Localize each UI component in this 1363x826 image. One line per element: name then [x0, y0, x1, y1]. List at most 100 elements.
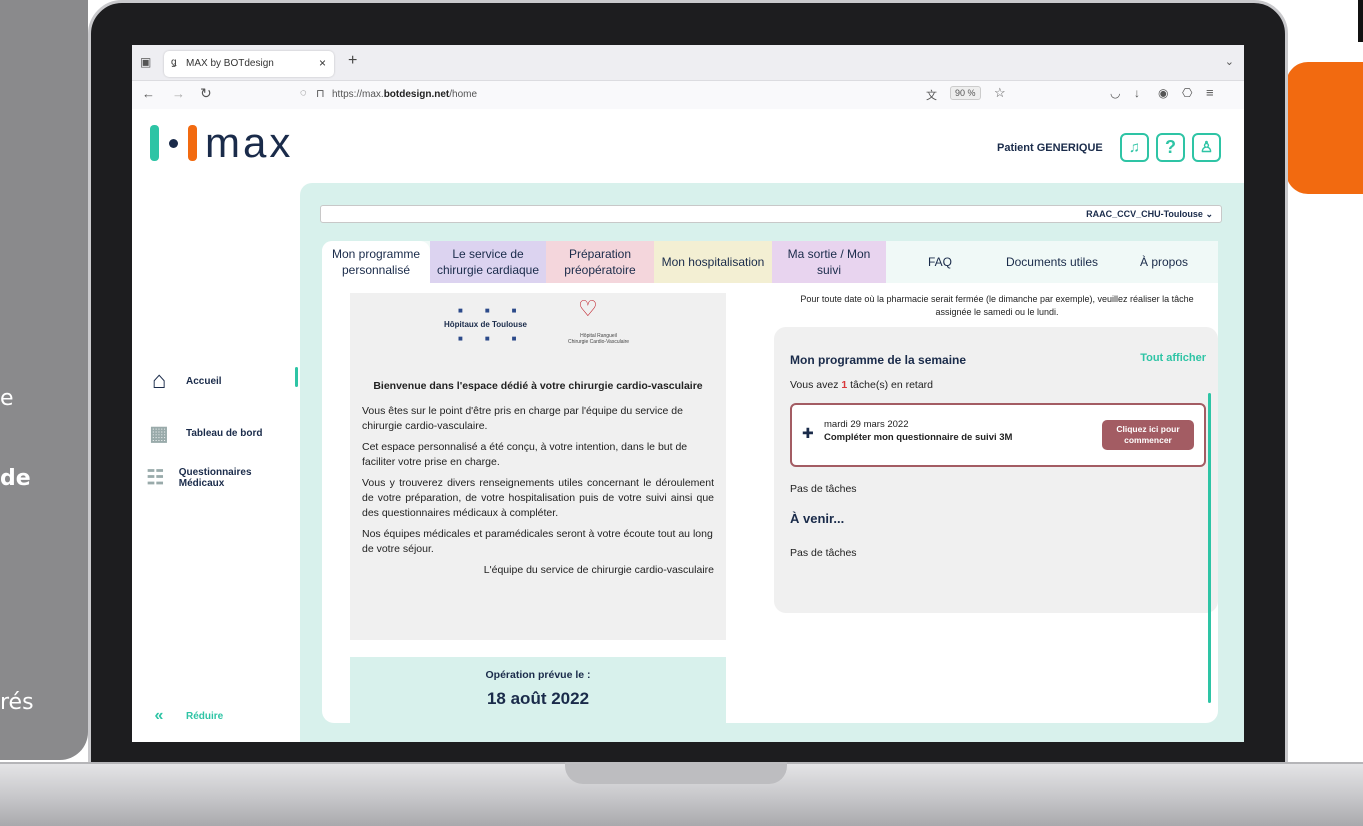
tab-hospitalisation[interactable]: Mon hospitalisation — [654, 241, 772, 283]
start-task-button[interactable]: Cliquez ici pour commencer — [1102, 420, 1194, 450]
no-tasks-text: Pas de tâches — [790, 547, 857, 559]
heart-logo-icon: ♡ — [578, 296, 598, 321]
menu-icon[interactable]: ≡ — [1206, 85, 1214, 100]
double-chevron-left-icon: « — [154, 707, 164, 724]
url-prefix: https://max. — [332, 89, 384, 100]
late-tasks-text: Vous avez 1 tâche(s) en retard — [790, 379, 933, 391]
reload-icon[interactable]: ↻ — [200, 85, 212, 102]
left-slide-panel: e de rés — [0, 0, 88, 760]
max-logo[interactable]: max — [150, 119, 294, 166]
late-prefix: Vous avez — [790, 379, 842, 391]
program-tabs: Mon programme personnalisé Le service de… — [322, 241, 1218, 283]
tab-sortie-suivi[interactable]: Ma sortie / Mon suivi — [772, 241, 886, 283]
operation-label: Opération prévue le : — [485, 669, 591, 681]
welcome-card: Hôpitaux de Toulouse ■■■ ■■■ ♡ Hôpital R… — [350, 293, 726, 640]
translate-icon[interactable]: 文 — [926, 87, 937, 103]
dashboard-icon: ▦ — [149, 423, 169, 445]
operation-date: 18 août 2022 — [486, 689, 590, 708]
downloads-icon[interactable]: ↓ — [1134, 86, 1140, 100]
logo-dot — [169, 138, 178, 148]
show-all-link[interactable]: Tout afficher — [1140, 352, 1206, 364]
forward-icon[interactable]: → — [172, 86, 185, 101]
close-tab-icon[interactable]: × — [319, 56, 326, 70]
sidebar-item-label: Tableau de bord — [186, 428, 263, 439]
collapse-label: Réduire — [186, 710, 224, 722]
zoom-badge[interactable]: 90 % — [950, 86, 981, 100]
sidebar-item-accueil[interactable]: ⌂ Accueil — [146, 367, 222, 395]
shield-icon[interactable]: ◌ — [300, 87, 307, 99]
left-panel-line: rés — [0, 690, 34, 715]
list-all-tabs-icon[interactable]: ⌄ — [1225, 55, 1234, 68]
tab-faq[interactable]: FAQ — [886, 241, 994, 283]
favicon-icon: ǥ — [171, 57, 177, 68]
url-domain: botdesign.net — [383, 89, 450, 100]
sidebar-item-tableau-de-bord[interactable]: ▦ Tableau de bord — [146, 421, 263, 446]
late-suffix: tâche(s) en retard — [847, 379, 934, 391]
url-bar: ← → ↻ ◌ ⊓ https://max.botdesign.net/home… — [132, 81, 1244, 109]
pharmacy-note: Pour toute date où la pharmacie serait f… — [800, 294, 1194, 317]
welcome-signature: L'équipe du service de chirurgie cardio-… — [483, 564, 714, 576]
browser-tab-title: MAX by BOTdesign — [186, 58, 274, 69]
task-date: mardi 29 mars 2022 — [824, 419, 909, 430]
welcome-title: Bienvenue dans l'espace dédié à votre ch… — [373, 380, 703, 392]
left-panel-line: de — [0, 466, 31, 491]
lock-icon[interactable]: ⊓ — [316, 87, 325, 100]
rangueil-logo-line2: Chirurgie Cardio-Vasculaire — [568, 339, 630, 345]
laptop-notch — [565, 762, 787, 784]
welcome-paragraph: Nos équipes médicales et paramédicales s… — [362, 528, 713, 555]
back-icon[interactable]: ← — [142, 86, 155, 101]
tab-panel: Hôpitaux de Toulouse ■■■ ■■■ ♡ Hôpital R… — [322, 283, 1218, 723]
tab-preparation[interactable]: Préparation préopératoire — [546, 241, 654, 283]
chevron-down-icon: ⌄ — [1205, 209, 1213, 219]
clipboard-icon: ✚ — [802, 425, 814, 441]
hopitaux-toulouse-logo: Hôpitaux de Toulouse — [444, 320, 527, 329]
orange-decor-block — [1286, 62, 1363, 194]
url-path: /home — [449, 89, 478, 100]
black-decor-tick — [1358, 0, 1363, 42]
sidebar-item-label: Questionnaires Médicaux — [178, 466, 252, 489]
patient-name: Patient GENERIQUE — [997, 142, 1103, 154]
partner-logos: Hôpitaux de Toulouse ■■■ ■■■ ♡ Hôpital R… — [362, 293, 714, 365]
sidebar-item-questionnaires[interactable]: ☷ Questionnaires Médicaux — [146, 465, 266, 490]
tab-programme[interactable]: Mon programme personnalisé — [322, 241, 430, 283]
user-profile-icon[interactable]: ♙ — [1192, 133, 1221, 162]
app-root: max Patient GENERIQUE ♫ ? ♙ ⌂ Accueil ▦ … — [132, 109, 1244, 742]
scrollbar[interactable] — [1208, 393, 1211, 703]
logo-orange-bar — [188, 125, 197, 161]
browser-tab[interactable]: ǥ MAX by BOTdesign × — [164, 51, 334, 77]
program-select-value: RAAC_CCV_CHU-Toulouse — [1086, 209, 1203, 219]
rangueil-logo: Hôpital Rangueil Chirurgie Cardio-Vascula… — [568, 333, 629, 345]
questionnaire-icon: ☷ — [146, 467, 165, 489]
no-tasks-text: Pas de tâches — [790, 483, 857, 495]
tab-service[interactable]: Le service de chirurgie cardiaque — [430, 241, 546, 283]
tab-documents[interactable]: Documents utiles — [994, 241, 1110, 283]
home-icon: ⌂ — [151, 367, 167, 394]
hopitaux-logo-squares: ■■■ — [458, 306, 539, 315]
welcome-paragraph: Vous êtes sur le point d'être pris en ch… — [362, 405, 683, 432]
weekly-program-card: Mon programme de la semaine Tout affiche… — [774, 327, 1218, 613]
welcome-paragraph: Vous y trouverez divers renseignements u… — [362, 477, 714, 519]
sidebar-item-label: Accueil — [186, 375, 222, 387]
browser-window: ▣ ǥ MAX by BOTdesign × + ⌄ ← → ↻ ◌ ⊓ htt… — [132, 45, 1244, 742]
pocket-icon[interactable]: ◡ — [1110, 86, 1120, 100]
logo-teal-bar — [150, 125, 159, 161]
tab-list-icon[interactable]: ▣ — [140, 55, 151, 69]
new-tab-button[interactable]: + — [348, 52, 357, 70]
help-button[interactable]: ? — [1156, 133, 1185, 162]
account-icon[interactable]: ◉ — [1158, 86, 1168, 100]
left-panel-line: e — [0, 386, 14, 411]
hopitaux-logo-squares: ■■■ — [458, 334, 539, 343]
program-select[interactable]: RAAC_CCV_CHU-Toulouse ⌄ — [320, 205, 1222, 223]
extensions-icon[interactable]: ⎔ — [1182, 86, 1192, 100]
upcoming-title: À venir... — [790, 511, 845, 526]
program-title: Mon programme de la semaine — [790, 353, 967, 367]
active-indicator — [295, 367, 298, 387]
sidebar-collapse-button[interactable]: « Réduire — [146, 707, 224, 725]
logo-text: max — [205, 119, 294, 166]
address-field[interactable]: https://max.botdesign.net/home — [332, 89, 477, 100]
notifications-bell-icon[interactable]: ♫ — [1120, 133, 1149, 162]
bookmark-star-icon[interactable]: ☆ — [994, 85, 1006, 101]
main-content: RAAC_CCV_CHU-Toulouse ⌄ Mon programme pe… — [300, 183, 1244, 742]
task-name: Compléter mon questionnaire de suivi 3M — [824, 432, 1013, 443]
tab-a-propos[interactable]: À propos — [1110, 241, 1218, 283]
